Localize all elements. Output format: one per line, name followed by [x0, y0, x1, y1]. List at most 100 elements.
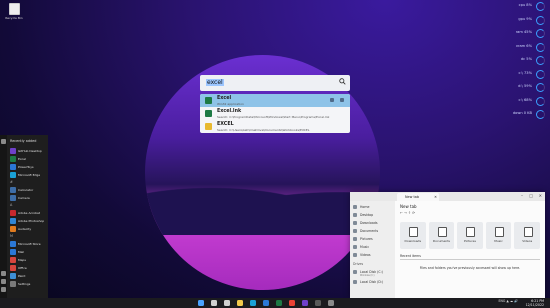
quick-access-videos[interactable]: Videos	[514, 222, 540, 249]
quick-access-music[interactable]: Music	[485, 222, 512, 249]
start-menu-item[interactable]: Microsoft Store	[10, 240, 48, 247]
nav-label: Desktop	[360, 213, 374, 217]
app-icon	[10, 155, 16, 162]
close-icon[interactable]: ✕	[539, 193, 542, 198]
gauge-ring-icon	[536, 110, 545, 119]
minimize-icon[interactable]: –	[521, 193, 523, 198]
nav-label: Downloads	[360, 221, 378, 225]
app-icon	[10, 209, 16, 216]
start-menu-item[interactable]: Adobe Acrobat	[10, 209, 48, 216]
start-menu-item[interactable]: Camera	[10, 194, 48, 201]
drive-item[interactable]: Local Disk (C:) Windows (C:)	[353, 269, 393, 277]
app-icon	[10, 147, 16, 154]
nav-item[interactable]: Desktop	[353, 212, 393, 218]
maximize-icon[interactable]: □	[529, 193, 533, 198]
start-menu-item[interactable]: Microsoft Edge	[10, 171, 48, 178]
start-menu-item[interactable]: Calculator	[10, 186, 48, 193]
result-subtitle: Win32 application	[217, 101, 244, 106]
close-tab-icon[interactable]: ✕	[434, 195, 437, 199]
search-results: Excel Win32 application Excel.lnk Search: C…	[200, 94, 350, 133]
sysinfo-label: c:\ 68%	[518, 97, 532, 102]
folder-icon	[466, 227, 476, 237]
app-label: Mail	[18, 249, 25, 254]
clock[interactable]: 6:21 PM 12/11/2022	[526, 299, 544, 308]
search-icon[interactable]	[211, 300, 217, 306]
app-label: Camera	[18, 195, 30, 200]
start-menu-item[interactable]: Adobe Photoshop	[10, 217, 48, 224]
gauge-ring-icon	[536, 29, 545, 38]
explorer-titlebar: New tab ✕ – □ ✕	[350, 192, 545, 201]
folder-icon	[353, 213, 357, 217]
search-result[interactable]: Excel.lnk Search: C:\ProgramData\Microsof…	[200, 107, 350, 120]
chrome-icon[interactable]	[289, 300, 295, 306]
copy-path-icon[interactable]	[340, 98, 344, 102]
quick-access-label: Pictures	[464, 239, 476, 243]
start-menu-item[interactable]: Paint	[10, 272, 48, 279]
start-menu-item[interactable]: Audacity	[10, 225, 48, 232]
recycle-bin-icon	[8, 3, 20, 15]
nav-item[interactable]: Home	[353, 204, 393, 210]
nav-item[interactable]: Music	[353, 244, 393, 250]
github-icon[interactable]	[302, 300, 308, 306]
app-icon	[10, 225, 16, 232]
edge-icon[interactable]	[250, 300, 256, 306]
sysinfo-row: ram 45%	[510, 29, 546, 43]
app-label: Calculator	[18, 187, 34, 192]
menu-icon[interactable]	[1, 139, 6, 144]
search-input[interactable]: excel	[206, 79, 224, 86]
start-menu-item[interactable]: Settings	[10, 280, 48, 287]
settings-icon[interactable]	[328, 300, 334, 306]
explorer-tab[interactable]: New tab ✕	[397, 193, 439, 201]
nav-item[interactable]: Documents	[353, 228, 393, 234]
section-letter[interactable]: #	[10, 180, 13, 184]
quick-access-downloads[interactable]: Downloads	[400, 222, 426, 249]
start-menu-item[interactable]: GitHub Desktop	[10, 147, 48, 154]
explorer-toolbar[interactable]: ← → ↑ ⟳	[400, 211, 415, 215]
nav-item[interactable]: Pictures	[353, 236, 393, 242]
quick-access-pictures[interactable]: Pictures	[457, 222, 483, 249]
drives-heading: Drives	[353, 262, 364, 266]
app-label: Microsoft Store	[18, 241, 41, 246]
task-view-icon[interactable]	[224, 300, 230, 306]
system-tray[interactable]: ENG ▲ ☁ 🔊	[498, 299, 518, 303]
start-icon[interactable]	[198, 300, 204, 306]
section-letter[interactable]: M	[10, 234, 13, 238]
nav-item[interactable]: Videos	[353, 252, 393, 258]
store-icon[interactable]	[263, 300, 269, 306]
tab-title: New tab	[405, 195, 420, 199]
documents-icon[interactable]	[1, 271, 6, 276]
drive-icon	[353, 280, 357, 284]
app-label: GitHub Desktop	[18, 148, 42, 153]
search-result[interactable]: Excel Win32 application	[200, 94, 350, 107]
quick-access-label: Music	[494, 239, 503, 243]
app-icon	[10, 217, 16, 224]
quick-access-documents[interactable]: Documents	[428, 222, 455, 249]
gauge-ring-icon	[536, 96, 545, 106]
search-result[interactable]: EXCEL Search: C:\Users\Ash\OneDrive\Docum…	[200, 120, 350, 133]
recycle-bin-desktop-icon[interactable]: Recycle Bin	[4, 3, 24, 20]
start-menu-item[interactable]: Excel	[10, 155, 48, 162]
search-box[interactable]: excel	[200, 75, 350, 91]
sysinfo-label: gpu 9%	[518, 16, 532, 21]
search-icon[interactable]	[339, 78, 346, 85]
terminal-icon[interactable]	[315, 300, 321, 306]
drive-item[interactable]: Local Disk (D:)	[353, 279, 393, 285]
section-letter[interactable]: A	[10, 203, 12, 207]
nav-item[interactable]: Downloads	[353, 220, 393, 226]
folder-icon	[205, 123, 212, 130]
app-icon	[10, 171, 16, 178]
start-menu-item[interactable]: Maps	[10, 256, 48, 263]
excel-icon[interactable]	[276, 300, 282, 306]
start-menu-item[interactable]: Mail	[10, 248, 48, 255]
file-explorer-icon[interactable]	[237, 300, 243, 306]
settings-icon[interactable]	[1, 279, 6, 284]
app-label: PowerToys	[18, 164, 34, 169]
start-menu-item[interactable]: PowerToys	[10, 163, 48, 170]
open-location-icon[interactable]	[330, 98, 334, 102]
folder-icon	[353, 237, 357, 241]
file-explorer-window: New tab ✕ – □ ✕ Home Desktop Downloads Docu…	[350, 192, 545, 298]
power-icon[interactable]	[1, 287, 6, 292]
nav-label: Pictures	[360, 237, 373, 241]
start-menu-item[interactable]: Office	[10, 264, 48, 271]
app-label: Maps	[18, 257, 26, 262]
